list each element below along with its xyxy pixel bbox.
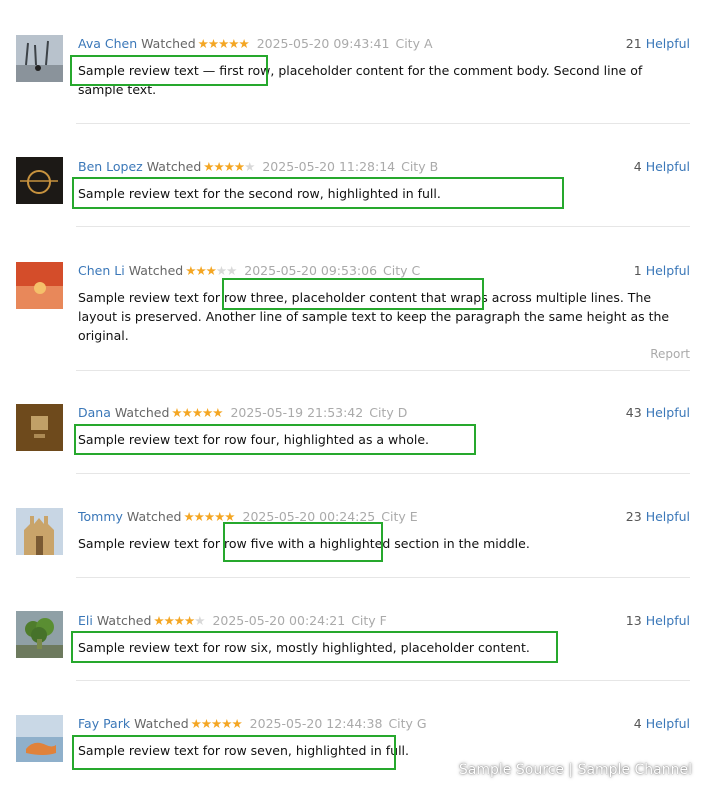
divider — [76, 226, 690, 227]
watched-label: Watched — [128, 263, 184, 278]
review-meta: Eli Watched ★★★★★ 2025-05-20 00:24:21 City F — [78, 612, 387, 630]
review-location: City B — [401, 159, 439, 174]
useful-count: 21 — [625, 36, 642, 51]
review-date: 2025-05-20 09:43:41 — [256, 36, 390, 51]
rating-stars: ★★★★★ — [190, 716, 243, 731]
divider — [76, 123, 690, 124]
username-link[interactable]: Tommy — [78, 509, 123, 524]
review-meta: Ava Chen Watched ★★★★★ 2025-05-20 09:43:41 C… — [78, 35, 433, 53]
avatar[interactable] — [16, 35, 63, 82]
avatar[interactable] — [16, 715, 63, 762]
review-text: Sample review text for row six, mostly h… — [78, 640, 530, 655]
avatar[interactable] — [16, 157, 63, 204]
username-link[interactable]: Dana — [78, 405, 111, 420]
useful-label: Helpful — [645, 716, 690, 731]
review-text: Sample review text for row four, highlig… — [78, 432, 429, 447]
useful-label: Helpful — [645, 36, 690, 51]
review-meta: Chen Li Watched ★★★★★ 2025-05-20 09:53:06 Ci… — [78, 262, 420, 280]
username-link[interactable]: Ben Lopez — [78, 159, 143, 174]
review-location: City G — [388, 716, 427, 731]
useful-vote[interactable]: 21 Helpful — [626, 35, 690, 53]
review-date: 2025-05-20 00:24:25 — [242, 509, 376, 524]
username-link[interactable]: Fay Park — [78, 716, 130, 731]
useful-label: Helpful — [645, 159, 690, 174]
username-link[interactable]: Ava Chen — [78, 36, 137, 51]
watched-label: Watched — [146, 159, 202, 174]
watched-label: Watched — [141, 36, 196, 51]
avatar[interactable] — [16, 508, 63, 555]
rating-stars: ★★★★★ — [153, 613, 205, 628]
divider — [76, 680, 690, 681]
useful-count: 4 — [633, 159, 642, 174]
useful-count: 4 — [633, 716, 642, 731]
review-location: City E — [381, 509, 418, 524]
report-link[interactable]: Report — [650, 347, 690, 361]
useful-vote[interactable]: 43 Helpful — [626, 404, 690, 422]
review-text: Sample review text — first row, placehol… — [78, 63, 643, 97]
username-link[interactable]: Eli — [78, 613, 93, 628]
useful-vote[interactable]: 1 Helpful — [634, 262, 690, 280]
useful-count: 23 — [625, 509, 642, 524]
review-text: Sample review text for row three, placeh… — [78, 290, 670, 343]
useful-label: Helpful — [645, 613, 690, 628]
useful-vote[interactable]: 13 Helpful — [626, 612, 690, 630]
useful-vote[interactable]: 4 Helpful — [634, 158, 690, 176]
review-date: 2025-05-20 00:24:21 — [212, 613, 346, 628]
review-text: Sample review text for the second row, h… — [78, 186, 441, 201]
useful-label: Helpful — [645, 405, 690, 420]
watched-label: Watched — [114, 405, 170, 420]
watched-label: Watched — [134, 716, 189, 731]
useful-label: Helpful — [645, 509, 690, 524]
useful-vote[interactable]: 4 Helpful — [634, 715, 690, 733]
rating-stars: ★★★★★ — [183, 509, 235, 524]
review-location: City D — [369, 405, 408, 420]
review-date: 2025-05-20 12:44:38 — [249, 716, 383, 731]
divider — [76, 370, 690, 371]
watched-label: Watched — [96, 613, 152, 628]
review-date: 2025-05-20 11:28:14 — [262, 159, 396, 174]
review-location: City A — [395, 36, 433, 51]
rating-stars: ★★★★★ — [197, 36, 250, 51]
useful-count: 43 — [625, 405, 642, 420]
watched-label: Watched — [126, 509, 182, 524]
review-text: Sample review text for row five with a h… — [78, 536, 530, 551]
useful-vote[interactable]: 23 Helpful — [626, 508, 690, 526]
useful-label: Helpful — [645, 263, 690, 278]
review-location: City F — [351, 613, 387, 628]
review-meta: Tommy Watched ★★★★★ 2025-05-20 00:24:25 City… — [78, 508, 418, 526]
review-text: Sample review text for row seven, highli… — [78, 743, 409, 758]
username-link[interactable]: Chen Li — [78, 263, 125, 278]
avatar[interactable] — [16, 262, 63, 309]
review-meta: Dana Watched ★★★★★ 2025-05-19 21:53:42 City … — [78, 404, 407, 422]
rating-stars: ★★★★★ — [203, 159, 255, 174]
review-date: 2025-05-20 09:53:06 — [244, 263, 378, 278]
review-meta: Fay Park Watched ★★★★★ 2025-05-20 12:44:38 C… — [78, 715, 427, 733]
divider — [76, 577, 690, 578]
useful-count: 13 — [625, 613, 642, 628]
divider — [76, 473, 690, 474]
review-meta: Ben Lopez Watched ★★★★★ 2025-05-20 11:28:14… — [78, 158, 438, 176]
review-date: 2025-05-19 21:53:42 — [230, 405, 364, 420]
rating-stars: ★★★★★ — [185, 263, 237, 278]
review-location: City C — [383, 263, 421, 278]
rating-stars: ★★★★★ — [171, 405, 223, 420]
avatar[interactable] — [16, 611, 63, 658]
watermark: Sample Source | Sample Channel — [458, 762, 692, 778]
avatar[interactable] — [16, 404, 63, 451]
useful-count: 1 — [633, 263, 642, 278]
